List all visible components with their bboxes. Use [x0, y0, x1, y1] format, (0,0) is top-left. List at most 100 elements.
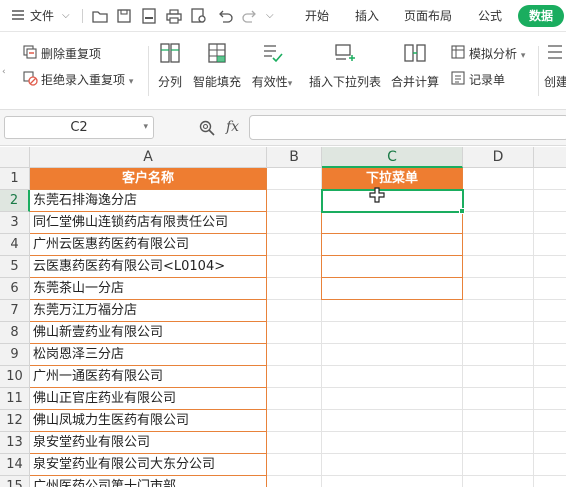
- column-header-d[interactable]: D: [463, 147, 534, 168]
- row-header[interactable]: 4: [0, 234, 30, 256]
- tab-page-layout[interactable]: 页面布局: [404, 7, 452, 25]
- remove-duplicates-button[interactable]: 删除重复项: [22, 44, 101, 62]
- row-header[interactable]: 7: [0, 300, 30, 322]
- column-header-a[interactable]: A: [30, 147, 267, 168]
- what-if-analysis-button[interactable]: 模拟分析 ▾: [450, 44, 525, 62]
- table-cell[interactable]: [267, 256, 322, 278]
- tab-data[interactable]: 数据: [518, 5, 564, 27]
- row-header[interactable]: 14: [0, 454, 30, 476]
- customer-name-cell[interactable]: 东莞茶山一分店: [30, 278, 267, 300]
- table-cell[interactable]: [534, 432, 566, 454]
- table-cell[interactable]: [267, 388, 322, 410]
- table-cell[interactable]: [463, 344, 534, 366]
- table-cell[interactable]: [267, 234, 322, 256]
- table-cell[interactable]: [534, 212, 566, 234]
- table-cell[interactable]: [534, 344, 566, 366]
- table-cell[interactable]: [534, 256, 566, 278]
- table-cell[interactable]: [463, 432, 534, 454]
- dropdown-cell[interactable]: [322, 366, 463, 388]
- table-cell[interactable]: [463, 168, 534, 190]
- tab-formulas[interactable]: 公式: [478, 7, 502, 25]
- column-header-e[interactable]: [534, 147, 566, 168]
- undo-icon[interactable]: [215, 6, 235, 26]
- row-header[interactable]: 1: [0, 168, 30, 190]
- insert-function-button[interactable]: fx: [226, 119, 239, 135]
- name-box[interactable]: C2 ▾: [4, 116, 154, 139]
- dropdown-cell[interactable]: [322, 344, 463, 366]
- table-cell[interactable]: [534, 190, 566, 212]
- row-header[interactable]: 11: [0, 388, 30, 410]
- dropdown-cell[interactable]: [321, 256, 463, 278]
- dropdown-cell[interactable]: [322, 322, 463, 344]
- split-columns-button[interactable]: 分列: [155, 42, 185, 90]
- file-menu[interactable]: 文件: [30, 7, 54, 25]
- table-cell[interactable]: [267, 344, 322, 366]
- table-cell[interactable]: [267, 476, 322, 487]
- customer-name-cell[interactable]: 东莞石排海逸分店: [30, 190, 267, 212]
- dropdown-cell[interactable]: [321, 190, 463, 212]
- row-header[interactable]: 15: [0, 476, 30, 487]
- customer-name-header-cell[interactable]: 客户名称: [30, 168, 267, 190]
- dropdown-header-cell[interactable]: 下拉菜单: [322, 168, 463, 190]
- customer-name-cell[interactable]: 广州医药公司第十门市部: [30, 476, 267, 487]
- row-header[interactable]: 2: [0, 190, 30, 212]
- table-cell[interactable]: [463, 454, 534, 476]
- table-cell[interactable]: [463, 190, 534, 212]
- row-header[interactable]: 9: [0, 344, 30, 366]
- chevron-down-icon[interactable]: ⌵: [266, 7, 274, 25]
- table-cell[interactable]: [463, 476, 534, 487]
- export-pdf-icon[interactable]: [139, 6, 159, 26]
- table-cell[interactable]: [267, 190, 322, 212]
- chevron-down-icon[interactable]: ⌵: [62, 7, 70, 25]
- customer-name-cell[interactable]: 松岗恩泽三分店: [30, 344, 267, 366]
- fill-handle[interactable]: [459, 208, 465, 214]
- customer-name-cell[interactable]: 泉安堂药业有限公司: [30, 432, 267, 454]
- table-cell[interactable]: [267, 432, 322, 454]
- redo-icon[interactable]: [240, 6, 260, 26]
- table-cell[interactable]: [267, 454, 322, 476]
- select-all-corner[interactable]: [0, 147, 30, 168]
- table-cell[interactable]: [463, 366, 534, 388]
- insert-dropdown-list-button[interactable]: 插入下拉列表: [308, 42, 382, 90]
- table-cell[interactable]: [534, 476, 566, 487]
- table-cell[interactable]: [463, 212, 534, 234]
- consolidate-button[interactable]: 合并计算: [390, 42, 440, 90]
- dropdown-cell[interactable]: [322, 454, 463, 476]
- customer-name-cell[interactable]: 佛山凤城力生医药有限公司: [30, 410, 267, 432]
- ribbon-scroll-left-icon[interactable]: ‹: [2, 67, 6, 77]
- row-header[interactable]: 10: [0, 366, 30, 388]
- customer-name-cell[interactable]: 同仁堂佛山连锁药店有限责任公司: [30, 212, 267, 234]
- customer-name-cell[interactable]: 佛山正官庄药业有限公司: [30, 388, 267, 410]
- table-cell[interactable]: [267, 410, 322, 432]
- dropdown-cell[interactable]: [322, 300, 463, 322]
- create-group-button[interactable]: 创建: [544, 42, 566, 90]
- table-cell[interactable]: [267, 278, 322, 300]
- table-cell[interactable]: [267, 322, 322, 344]
- column-header-b[interactable]: B: [267, 147, 322, 168]
- table-cell[interactable]: [267, 212, 322, 234]
- table-cell[interactable]: [463, 278, 534, 300]
- table-cell[interactable]: [463, 300, 534, 322]
- dropdown-cell[interactable]: [321, 234, 463, 256]
- row-header[interactable]: 8: [0, 322, 30, 344]
- customer-name-cell[interactable]: 广州云医惠药医药有限公司: [30, 234, 267, 256]
- table-cell[interactable]: [534, 168, 566, 190]
- chevron-down-icon[interactable]: ▾: [143, 117, 148, 138]
- table-cell[interactable]: [463, 256, 534, 278]
- dropdown-cell[interactable]: [321, 212, 463, 234]
- print-preview-icon[interactable]: [189, 6, 209, 26]
- row-header[interactable]: 13: [0, 432, 30, 454]
- customer-name-cell[interactable]: 广州一通医药有限公司: [30, 366, 267, 388]
- validity-button[interactable]: 有效性▾: [250, 42, 294, 90]
- table-cell[interactable]: [267, 300, 322, 322]
- table-cell[interactable]: [534, 322, 566, 344]
- table-cell[interactable]: [534, 388, 566, 410]
- row-header[interactable]: 3: [0, 212, 30, 234]
- table-cell[interactable]: [534, 300, 566, 322]
- dropdown-cell[interactable]: [322, 432, 463, 454]
- table-cell[interactable]: [534, 410, 566, 432]
- table-cell[interactable]: [267, 168, 322, 190]
- column-header-c[interactable]: C: [322, 147, 463, 168]
- table-cell[interactable]: [463, 388, 534, 410]
- formula-input[interactable]: [249, 115, 566, 140]
